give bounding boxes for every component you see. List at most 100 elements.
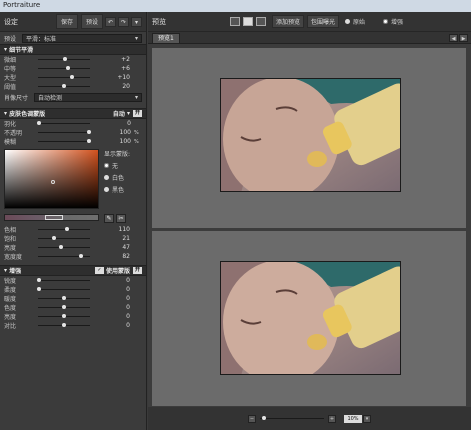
slider-value[interactable]: 0 [90,277,142,284]
side-by-side-icon[interactable] [256,17,266,26]
slider-knob[interactable] [37,287,42,291]
slider-track[interactable] [37,287,90,291]
skin-section-header[interactable]: ▾ 皮肤色调蒙版 自动 ▾ 开 [0,108,146,119]
slider-knob[interactable] [62,305,66,309]
slider-knob[interactable] [37,121,42,125]
hue-range-strip[interactable] [4,214,99,221]
slider-track[interactable] [38,75,90,79]
size-select[interactable]: 自动检测 ▾ [34,92,142,102]
slider-track[interactable] [38,227,90,231]
color-gradient-picker[interactable] [4,149,99,209]
slider-value[interactable]: 0 [90,313,142,320]
eyedropper-minus-icon[interactable]: ✂ [116,214,126,223]
radio-icon [104,175,109,180]
slider-track[interactable] [38,130,91,134]
slider-value[interactable]: 0 [90,322,142,329]
slider-track[interactable] [38,254,90,258]
preset-select[interactable]: 平滑：标准 ▾ [22,33,142,43]
slider-label: 色度 [4,305,17,312]
slider-knob[interactable] [51,236,56,240]
slider-knob[interactable] [37,278,42,282]
undo-icon[interactable]: ↶ [105,16,116,27]
mask-option-none[interactable]: 无 [104,161,130,170]
slider-value[interactable]: 21 [90,235,142,242]
chevron-down-icon[interactable]: ▾ [363,414,371,423]
enhance-section-header[interactable]: ▾ 增强 ✓ 使用蒙版开 [0,265,146,276]
slider-track[interactable] [38,323,90,327]
slider-value[interactable]: 20 [90,83,142,90]
slider-value[interactable]: 100 [90,138,134,145]
slider-knob[interactable] [66,66,71,70]
slider-knob[interactable] [86,139,91,143]
slider-knob[interactable] [64,227,69,231]
slider-value[interactable]: 47 [90,244,142,251]
slider-track[interactable] [37,278,90,282]
slider-track[interactable] [38,66,90,70]
hue-range-selector[interactable] [45,215,63,220]
redo-icon[interactable]: ↷ [118,16,129,27]
slider-knob[interactable] [62,84,66,88]
use-mask-checkbox[interactable]: ✓ [94,267,104,274]
single-view-icon[interactable] [230,17,240,26]
slider-value[interactable]: 0 [90,295,142,302]
slider-value[interactable]: 0 [90,304,142,311]
preset-button[interactable]: 预设 [80,14,103,29]
mask-option-black[interactable]: 黑色 [104,185,130,194]
settings-toolbar: 设定 保存 预设 ↶ ↷ ▾ [0,12,146,32]
picker-marker[interactable] [51,180,55,184]
preview-tabs: 预览1 ◀ ▶ [148,32,471,44]
zoom-slider[interactable] [260,416,324,420]
skin-mode[interactable]: 自动 [113,109,125,118]
slider-track[interactable] [38,139,91,143]
enhanced-radio[interactable]: 增强 [383,17,403,26]
slider-value[interactable]: 0 [90,120,134,127]
preset-value: 平滑：标准 [26,35,57,43]
slider-knob[interactable] [86,130,91,134]
split-view-icon[interactable] [243,17,253,26]
slider-value[interactable]: +10 [90,74,142,81]
slider-knob[interactable] [62,314,66,318]
original-radio[interactable]: 原始 [345,17,365,26]
slider-knob[interactable] [62,323,66,327]
tab-preview-1[interactable]: 预览1 [152,33,180,43]
slider-track[interactable] [38,84,90,88]
add-preview-button[interactable]: 添加预览 [272,15,305,28]
slider-label: 微细 [4,57,17,64]
save-button[interactable]: 保存 [55,14,78,29]
slider-knob[interactable] [63,57,68,61]
skin-toggle[interactable]: 开 [133,110,142,117]
menu-arrow-icon[interactable]: ▾ [131,16,142,27]
tab-right-icon[interactable]: ▶ [459,34,468,42]
slider-value[interactable]: +6 [90,65,142,72]
slider-track[interactable] [38,236,90,240]
hue-strip-row: ✎ ✂ [0,214,146,225]
slider-value[interactable]: +2 [90,56,142,63]
zoom-in-icon[interactable]: + [328,414,336,423]
eyedropper-icon[interactable]: ✎ [104,214,114,223]
slider-track[interactable] [37,121,90,125]
bracket-exposure-button[interactable]: 包围曝光 [307,15,340,28]
slider-label: 羽化 [4,121,17,128]
zoom-value[interactable]: 10% [344,414,362,423]
slider-value[interactable]: 110 [90,226,142,233]
slider-value[interactable]: 100 [90,129,134,136]
slider-value[interactable]: 0 [90,286,142,293]
slider-track[interactable] [38,314,90,318]
zoom-out-icon[interactable]: − [248,414,256,423]
slider-track[interactable] [38,245,90,249]
slider-value[interactable]: 82 [90,253,142,260]
tab-left-icon[interactable]: ◀ [449,34,458,42]
enhance-toggle[interactable]: 开 [133,267,142,274]
detail-section-header[interactable]: ▾ 细节平滑 [0,44,146,55]
mask-option-white[interactable]: 白色 [104,173,130,182]
slider-knob[interactable] [62,296,66,300]
slider-knob[interactable] [70,75,75,79]
slider-track[interactable] [38,296,90,300]
slider-label: 阈值 [4,84,17,91]
slider-row: 色度 0 [0,303,146,312]
slider-knob[interactable] [59,245,64,249]
slider-track[interactable] [38,305,90,309]
slider-knob[interactable] [78,254,83,258]
zoom-knob[interactable] [262,416,266,420]
slider-track[interactable] [38,57,90,61]
